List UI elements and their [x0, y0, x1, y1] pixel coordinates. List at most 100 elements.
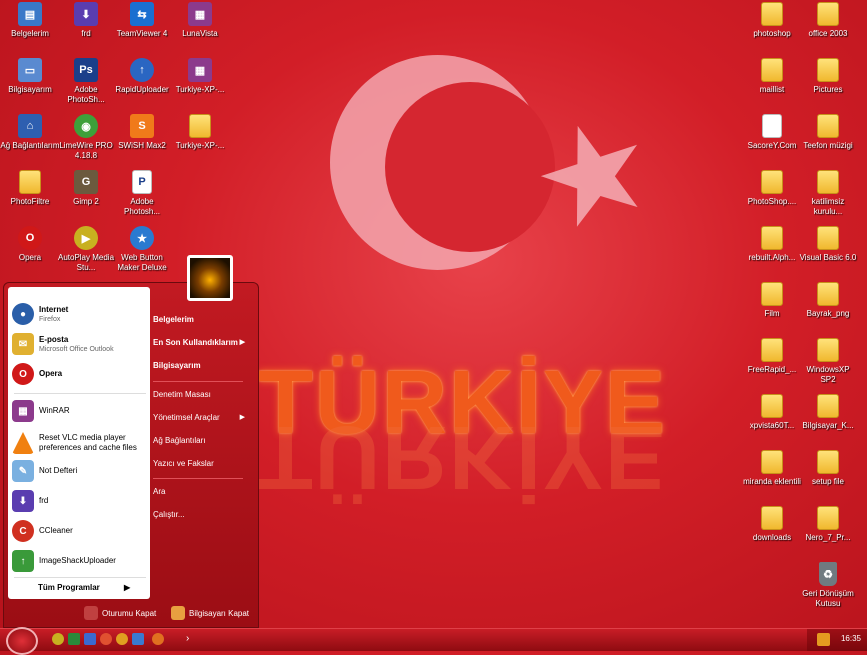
- folder-icon: [817, 170, 839, 194]
- star-icon: [540, 125, 638, 227]
- quicklaunch-opera-icon[interactable]: [100, 633, 112, 645]
- desktop-icon-lunavista[interactable]: ▦ LunaVista: [170, 2, 230, 39]
- folder-icon: [817, 338, 839, 362]
- arrow-right-icon: ▶: [239, 414, 245, 421]
- desktop-icon-turkiye-xp-2[interactable]: Turkiye-XP-...: [170, 114, 230, 151]
- folder-icon: [817, 282, 839, 306]
- desktop-icon-bilgisayar-k[interactable]: Bilgisayar_K...: [798, 394, 858, 431]
- recent-item-imageshack[interactable]: ↑ ImageShackUploader: [12, 548, 148, 574]
- recent-item-frd[interactable]: ⬇ frd: [12, 488, 148, 514]
- start-button[interactable]: [6, 627, 38, 655]
- desktop-icon-xpvista[interactable]: xpvista60T...: [742, 394, 802, 431]
- desktop-icon-turkiye-xp-1[interactable]: ▦ Turkiye-XP-...: [170, 58, 230, 95]
- desktop-icon-photoshop-2[interactable]: PhotoShop....: [742, 170, 802, 207]
- winrar-icon: ▦: [12, 400, 34, 422]
- quicklaunch-expand-button[interactable]: ›: [186, 633, 189, 644]
- pinned-item-opera[interactable]: O Opera: [12, 361, 148, 387]
- quicklaunch-app-icon[interactable]: [68, 633, 80, 645]
- places-item-network[interactable]: Ağ Bağlantıları: [153, 434, 249, 448]
- desktop-icon-office-2003[interactable]: office 2003: [798, 2, 858, 39]
- folder-icon: [761, 394, 783, 418]
- quicklaunch-app-icon[interactable]: [116, 633, 128, 645]
- places-item-bilgisayarim[interactable]: Bilgisayarım: [153, 359, 249, 373]
- desktop-icon-katilimsiz[interactable]: katilimsiz kurulu...: [798, 170, 858, 217]
- quicklaunch-autoplay-icon[interactable]: [52, 633, 64, 645]
- start-menu-footer: Oturumu Kapat Bilgisayarı Kapat: [4, 601, 258, 627]
- outlook-icon: ✉: [12, 333, 34, 355]
- desktop-icon-limewire[interactable]: ◉ LimeWire PRO 4.18.8: [56, 114, 116, 161]
- desktop-icon-miranda[interactable]: miranda eklentili: [742, 450, 802, 487]
- desktop-icon-belgelerim[interactable]: ▤ Belgelerim: [0, 2, 60, 39]
- desktop-icon-freerapid[interactable]: FreeRapid_...: [742, 338, 802, 375]
- swish-icon: S: [130, 114, 154, 138]
- recent-item-not-defteri[interactable]: ✎ Not Defteri: [12, 458, 148, 484]
- folder-icon: [761, 2, 783, 26]
- places-item-recent-docs[interactable]: En Son Kullandıklarım ▶: [153, 336, 249, 350]
- folder-icon: [761, 170, 783, 194]
- places-item-control-panel[interactable]: Denetim Masası: [153, 388, 249, 402]
- shutdown-button[interactable]: Bilgisayarı Kapat: [171, 606, 249, 620]
- desktop-icon-pictures[interactable]: Pictures: [798, 58, 858, 95]
- desktop-icon-nero[interactable]: Nero_7_Pr...: [798, 506, 858, 543]
- recent-item-vlc-reset[interactable]: Reset VLC media player preferences and c…: [12, 428, 148, 458]
- desktop-icon-opera[interactable]: O Opera: [0, 226, 60, 263]
- desktop-icon-maillist[interactable]: maillist: [742, 58, 802, 95]
- desktop-icon-bilgisayarim[interactable]: ▭ Bilgisayarım: [0, 58, 60, 95]
- recent-item-ccleaner[interactable]: C CCleaner: [12, 518, 148, 544]
- all-programs-button[interactable]: Tüm Programlar ▶: [38, 583, 130, 592]
- places-item-printers[interactable]: Yazıcı ve Fakslar: [153, 457, 249, 471]
- desktop-icon-photoshop-doc[interactable]: P Adobe Photosh...: [112, 170, 172, 217]
- opera-icon: O: [12, 363, 34, 385]
- desktop-icon-teamviewer[interactable]: ⇆ TeamViewer 4: [112, 2, 172, 39]
- crescent-cut: [385, 82, 555, 252]
- desktop-icon-downloads[interactable]: downloads: [742, 506, 802, 543]
- notepad-icon: ✎: [12, 460, 34, 482]
- photoshop-icon: Ps: [74, 58, 98, 82]
- places-item-search[interactable]: Ara: [153, 485, 249, 499]
- logoff-button[interactable]: Oturumu Kapat: [84, 606, 156, 620]
- desktop-icon-sacorey[interactable]: SacoreY.Com: [742, 114, 802, 151]
- folder-icon: [761, 338, 783, 362]
- desktop-icon-visual-basic[interactable]: Visual Basic 6.0: [798, 226, 858, 263]
- desktop-icon-web-button-maker[interactable]: ★ Web Button Maker Deluxe: [112, 226, 172, 273]
- separator: [14, 393, 146, 394]
- desktop-icon-photofiltre[interactable]: PhotoFiltre: [0, 170, 60, 207]
- places-item-admin-tools[interactable]: Yönetimsel Araçlar ▶: [153, 411, 249, 425]
- places-item-run[interactable]: Çalıştır...: [153, 508, 249, 522]
- opera-icon: O: [18, 226, 42, 250]
- desktop-icon-bayrak[interactable]: Bayrak_png: [798, 282, 858, 319]
- desktop-icon-ag-baglantilarim[interactable]: ⌂ Ağ Bağlantılarım: [0, 114, 60, 151]
- places-item-belgelerim[interactable]: Belgelerim: [153, 313, 249, 327]
- folder-icon: [817, 506, 839, 530]
- desktop-icon-swish[interactable]: S SWiSH Max2: [112, 114, 172, 151]
- desktop-icon-rebuilt[interactable]: rebuilt.Alph...: [742, 226, 802, 263]
- desktop-icon-gimp[interactable]: G Gimp 2: [56, 170, 116, 207]
- quicklaunch-app-icon[interactable]: [84, 633, 96, 645]
- folder-icon: [761, 226, 783, 250]
- desktop-icon-rapiduploader[interactable]: ↑ RapidUploader: [112, 58, 172, 95]
- photoshop-doc-icon: P: [132, 170, 152, 194]
- desktop-icon-recycle-bin[interactable]: ♻ Geri Dönüşüm Kutusu: [798, 562, 858, 609]
- desktop-icon-windowsxp-sp2[interactable]: WindowsXP SP2: [798, 338, 858, 385]
- desktop-icon-telefon-muzigi[interactable]: Teefon müzigi: [798, 114, 858, 151]
- pinned-item-internet[interactable]: ● Internet Firefox: [12, 301, 148, 327]
- clock[interactable]: 16:35: [841, 634, 861, 643]
- quicklaunch-firefox-icon[interactable]: [152, 633, 164, 645]
- user-avatar[interactable]: [187, 255, 233, 301]
- pinned-item-eposta[interactable]: ✉ E-posta Microsoft Office Outlook: [12, 331, 148, 357]
- recent-item-winrar[interactable]: ▦ WinRAR: [12, 398, 148, 424]
- desktop-icon-photoshop-folder[interactable]: photoshop: [742, 2, 802, 39]
- folder-icon: [817, 450, 839, 474]
- quicklaunch-desktop-icon[interactable]: [132, 633, 144, 645]
- pause-icon[interactable]: [817, 633, 830, 646]
- desktop-icon-photoshop[interactable]: Ps Adobe PhotoSh...: [56, 58, 116, 105]
- folder-icon: [817, 226, 839, 250]
- ccleaner-icon: C: [12, 520, 34, 542]
- firefox-icon: ●: [12, 303, 34, 325]
- winrar-archive-icon: ▦: [188, 2, 212, 26]
- desktop-icon-film[interactable]: Film: [742, 282, 802, 319]
- desktop-icon-setup-file[interactable]: setup file: [798, 450, 858, 487]
- arrow-right-icon: ▶: [239, 339, 245, 346]
- desktop-icon-autoplay[interactable]: ▶ AutoPlay Media Stu...: [56, 226, 116, 273]
- desktop-icon-frd[interactable]: ⬇ frd: [56, 2, 116, 39]
